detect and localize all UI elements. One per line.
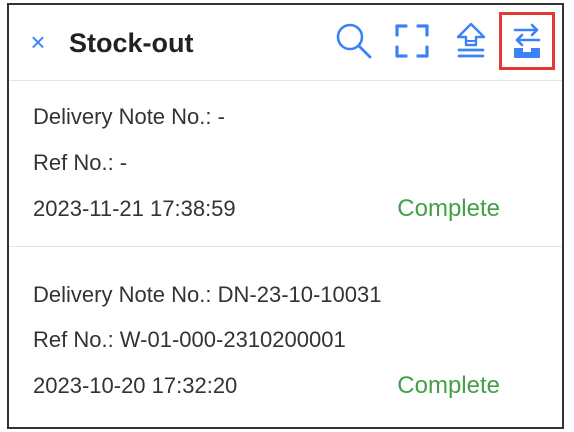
- ref-number: Ref No.: W-01-000-2310200001: [33, 327, 346, 352]
- delivery-note-number: Delivery Note No.: DN-23-10-10031: [33, 282, 382, 307]
- app-frame: × Stock-out Delivery Note No.: - Ref No.…: [7, 3, 564, 429]
- list-item[interactable]: Delivery Note No.: DN-23-10-10031 Ref No…: [9, 248, 562, 427]
- list-item[interactable]: Delivery Note No.: - Ref No.: - 2023-11-…: [9, 81, 562, 247]
- status-badge: Complete: [397, 372, 500, 399]
- scan-icon[interactable]: [392, 21, 432, 61]
- top-app-bar: × Stock-out: [9, 5, 562, 81]
- search-icon[interactable]: [334, 21, 374, 61]
- highlight-box: [499, 12, 555, 70]
- close-icon[interactable]: ×: [25, 27, 51, 57]
- page-title: Stock-out: [69, 28, 194, 58]
- ref-number: Ref No.: -: [33, 150, 128, 175]
- record-datetime: 2023-10-20 17:32:20: [33, 373, 238, 398]
- status-badge: Complete: [397, 195, 500, 222]
- record-datetime: 2023-11-21 17:38:59: [33, 196, 236, 221]
- delivery-note-number: Delivery Note No.: -: [33, 104, 225, 129]
- upload-icon[interactable]: [451, 21, 491, 61]
